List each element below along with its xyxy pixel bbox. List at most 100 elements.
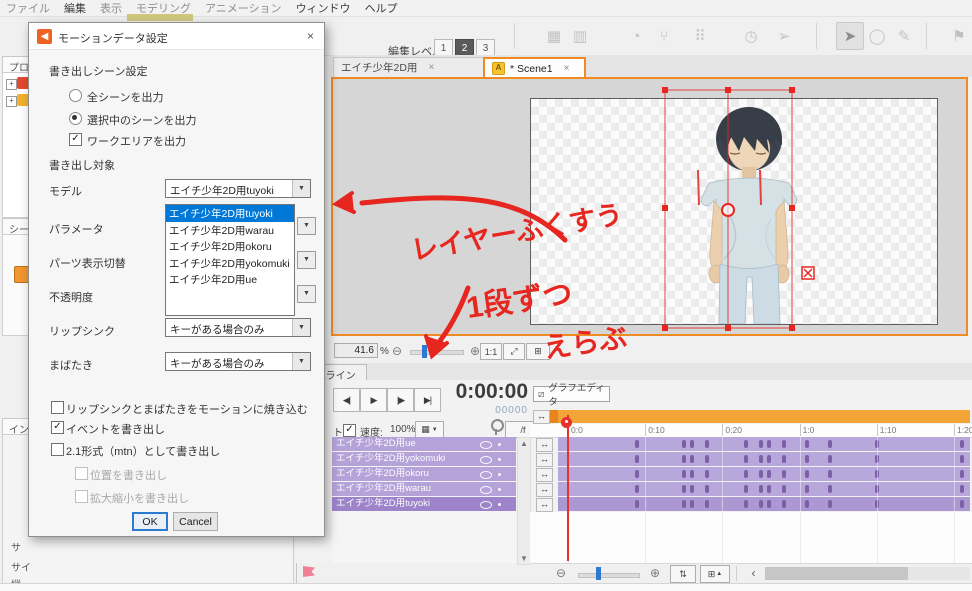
keyframe-marker[interactable] [828, 455, 833, 463]
track-name-row[interactable]: エイチ少年2D用warau [332, 482, 516, 496]
stage-area[interactable] [530, 98, 938, 325]
eye-visibility-icon[interactable] [480, 501, 492, 509]
keyframe-marker[interactable] [782, 485, 787, 493]
timeline-zoom-slider-handle[interactable] [596, 567, 601, 580]
lock-dot-icon[interactable] [498, 473, 501, 476]
keyframe-marker[interactable] [766, 470, 771, 478]
timeline-zoom-slider-track[interactable] [578, 573, 640, 578]
track-name-row[interactable]: エイチ少年2D用tuyoki [332, 497, 516, 511]
menu-item-1[interactable]: 編集 [64, 0, 86, 16]
close-icon[interactable]: × [564, 63, 570, 74]
dropdown-item[interactable]: エイチ少年2D用okoru [166, 238, 294, 255]
keyframe-marker[interactable] [959, 485, 964, 493]
eye-visibility-icon[interactable] [480, 441, 492, 449]
track-name-row[interactable]: エイチ少年2D用ue [332, 437, 516, 451]
cancel-button[interactable]: Cancel [173, 512, 218, 531]
keyframe-marker[interactable] [704, 455, 709, 463]
track-bar[interactable] [558, 497, 970, 511]
track-expand-icon[interactable]: ↔ [536, 453, 553, 467]
menu-item-0[interactable]: ファイル [6, 0, 50, 16]
repeat-checkbox[interactable]: ✓ [343, 424, 356, 437]
dropdown-item[interactable]: エイチ少年2D用ue [166, 271, 294, 288]
track-name-row[interactable]: エイチ少年2D用yokomuki [332, 452, 516, 466]
scene-thumbnail-icon[interactable] [14, 266, 29, 283]
keyframe-marker[interactable] [635, 440, 640, 448]
track-expand-icon[interactable]: ↔ [536, 438, 553, 452]
track-expand-icon[interactable]: ↔ [536, 483, 553, 497]
scroll-down-icon[interactable]: ▼ [518, 553, 530, 564]
display-mode-dropdown[interactable]: ▦ ▼ [415, 421, 444, 438]
dropdown-item[interactable]: エイチ少年2D用warau [166, 222, 294, 239]
zoom-slider-track[interactable] [410, 350, 464, 355]
lock-dot-icon[interactable] [498, 458, 501, 461]
keyframe-marker[interactable] [704, 440, 709, 448]
keyframe-marker[interactable] [782, 455, 787, 463]
work-area-bar[interactable] [550, 410, 970, 423]
close-icon[interactable]: × [428, 62, 434, 73]
lock-dot-icon[interactable] [498, 488, 501, 491]
brush-tool-icon[interactable]: ✎ [890, 22, 918, 50]
grid-toggle-icon[interactable]: ⊞ [526, 343, 550, 360]
keyframe-marker[interactable] [635, 470, 640, 478]
playhead-line[interactable] [567, 415, 569, 561]
zoom-in-icon[interactable]: ⊕ [650, 566, 660, 580]
scroll-up-icon[interactable]: ▲ [518, 438, 530, 449]
chevron-down-icon[interactable]: ▼ [292, 319, 310, 336]
flag-tool-icon[interactable]: ⚑ [945, 22, 972, 50]
menu-item-2[interactable]: 表示 [100, 0, 122, 16]
eye-visibility-icon[interactable] [480, 456, 492, 464]
rotate-view-icon[interactable]: ◷ [737, 22, 765, 50]
keyframe-marker[interactable] [782, 500, 787, 508]
keyframe-marker[interactable] [959, 500, 964, 508]
keyframe-marker[interactable] [766, 485, 771, 493]
keyframe-marker[interactable] [759, 500, 763, 508]
radio-all-scenes[interactable] [69, 89, 82, 102]
onion-skin-icon[interactable]: ◔ [622, 22, 650, 50]
keyframe-marker[interactable] [681, 500, 686, 508]
lasso-tool-icon[interactable]: ◯ [863, 22, 891, 50]
keyframe-marker[interactable] [704, 485, 709, 493]
lock-dot-icon[interactable] [498, 503, 501, 506]
blink-combobox[interactable]: キーがある場合のみ ▼ [165, 352, 311, 371]
workarea-expand-icon[interactable]: ↔ [533, 410, 550, 424]
lipsync-combobox[interactable]: キーがある場合のみ ▼ [165, 318, 311, 337]
keyframe-marker[interactable] [681, 455, 686, 463]
zoom-out-icon[interactable]: ⊖ [392, 344, 402, 358]
keyframe-marker[interactable] [828, 500, 833, 508]
menu-item-4[interactable]: アニメーション [205, 0, 282, 16]
chevron-down-icon[interactable]: ▼ [297, 251, 316, 269]
dialog-title-bar[interactable]: ◀ モーションデータ設定 × [29, 23, 324, 50]
keyframe-marker[interactable] [828, 470, 833, 478]
dropdown-item[interactable]: エイチ少年2D用yokomuki [166, 255, 294, 272]
keyframe-marker[interactable] [681, 470, 686, 478]
keyframe-marker[interactable] [704, 470, 709, 478]
zoom-in-icon[interactable]: ⊕ [470, 344, 480, 358]
keyframe-marker[interactable] [766, 440, 771, 448]
chevron-down-icon[interactable]: ▼ [297, 285, 316, 303]
track-expand-icon[interactable]: ↔ [536, 498, 553, 512]
keyframe-marker[interactable] [689, 455, 694, 463]
track-expand-icon[interactable]: ↔ [536, 468, 553, 482]
model-dropdown-list[interactable]: エイチ少年2D用tuyoki エイチ少年2D用warau エイチ少年2D用okoru… [165, 204, 295, 316]
menu-item-5[interactable]: ウィンドウ [296, 0, 351, 16]
close-icon[interactable]: × [307, 29, 314, 43]
keyframe-marker[interactable] [959, 470, 964, 478]
keyframe-marker[interactable] [959, 455, 964, 463]
timeline-ruler[interactable]: 0:0 0:10 0:20 1:0 1:10 1:20 [530, 424, 972, 438]
snap-grid-icon[interactable]: ⠿ [686, 22, 714, 50]
keyframe-marker[interactable] [805, 440, 810, 448]
zoom-value-input[interactable]: 41.6 [334, 343, 378, 358]
keyframe-pin-icon[interactable] [491, 419, 504, 435]
play-button[interactable]: ▶ [360, 388, 387, 412]
keyframe-marker[interactable] [689, 470, 694, 478]
keyframe-marker[interactable] [743, 500, 748, 508]
track-bar[interactable] [558, 467, 970, 481]
select-tool-icon[interactable]: ➤ [836, 22, 864, 50]
keyframe-marker[interactable] [743, 485, 748, 493]
keyframe-marker[interactable] [689, 500, 694, 508]
tree-expand-icon[interactable]: + [6, 96, 17, 107]
zoom-1to1-button[interactable]: 1:1 [480, 343, 502, 360]
radio-selected-scene[interactable] [69, 112, 82, 125]
keyframe-marker[interactable] [689, 440, 694, 448]
keyframe-marker[interactable] [743, 440, 748, 448]
